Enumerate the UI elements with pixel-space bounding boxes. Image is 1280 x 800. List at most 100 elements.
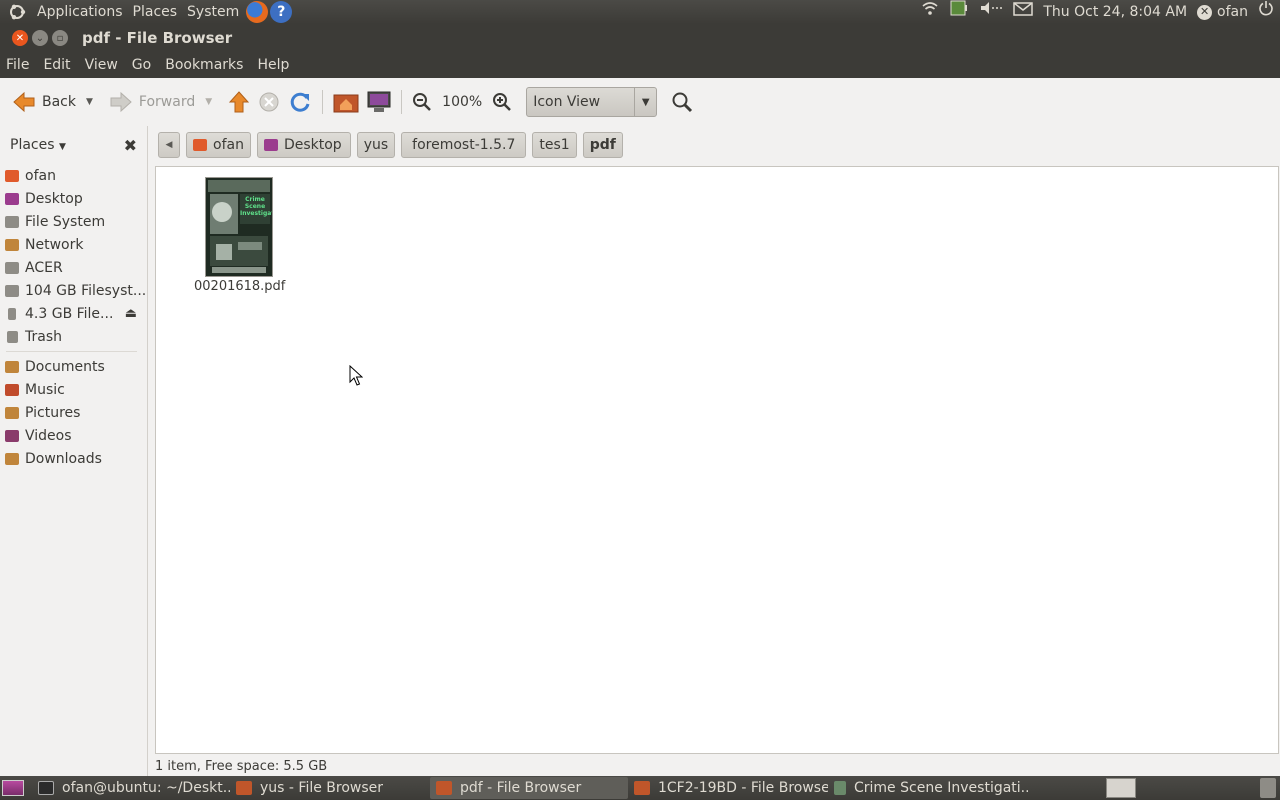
firefox-icon[interactable] — [246, 1, 269, 23]
toolbar-separator — [322, 90, 324, 114]
close-window-button[interactable]: ✕ — [12, 30, 28, 46]
toolbar-separator — [401, 90, 403, 114]
stop-button[interactable] — [254, 86, 284, 118]
window-titlebar[interactable]: ✕ ⌄ ▫ pdf - File Browser — [0, 24, 1280, 52]
file-item[interactable]: Crime Scene Investigation 00201618.pdf — [194, 177, 286, 294]
task-pdf-file-browser[interactable]: pdf - File Browser — [430, 777, 628, 799]
sidebar-item-104gb[interactable]: 104 GB Filesyst... — [0, 279, 147, 302]
help-icon[interactable]: ? — [270, 1, 293, 23]
up-button[interactable] — [224, 86, 254, 118]
menu-edit[interactable]: Edit — [36, 57, 77, 73]
breadcrumb-tes1[interactable]: tes1 — [532, 132, 577, 158]
sidebar-item-videos[interactable]: Videos — [0, 424, 147, 447]
sidebar-item-acer[interactable]: ACER — [0, 256, 147, 279]
reload-button[interactable] — [284, 86, 316, 118]
user-menu[interactable]: ✕ ofan — [1197, 0, 1248, 24]
places-menu[interactable]: Places — [128, 0, 183, 24]
minimize-window-button[interactable]: ⌄ — [32, 30, 48, 46]
view-mode-select[interactable]: Icon View ▼ — [526, 87, 658, 117]
sidebar-separator — [6, 351, 137, 352]
mail-icon[interactable] — [1013, 0, 1034, 24]
close-sidebar-icon[interactable]: ✖ — [124, 136, 137, 155]
sidebar-item-documents[interactable]: Documents — [0, 355, 147, 378]
chevron-down-icon: ▼ — [634, 88, 656, 116]
trash-icon[interactable] — [1260, 778, 1276, 798]
wifi-icon[interactable] — [921, 0, 939, 24]
forward-arrow-icon — [110, 91, 132, 113]
breadcrumb-label: pdf — [589, 137, 616, 153]
breadcrumb-ofan[interactable]: ofan — [186, 132, 251, 158]
drive-icon — [5, 284, 19, 297]
menu-go[interactable]: Go — [125, 57, 158, 73]
thumbnail-title: Crime Scene Investigation — [240, 196, 272, 217]
window-title: pdf - File Browser — [82, 29, 233, 47]
sidebar-item-label: Network — [25, 236, 84, 253]
show-desktop-icon[interactable] — [2, 780, 24, 796]
battery-icon[interactable] — [949, 0, 969, 25]
computer-button[interactable] — [363, 86, 395, 118]
breadcrumb-foremost[interactable]: foremost-1.5.7 — [401, 132, 527, 158]
mouse-cursor-icon — [349, 365, 363, 386]
task-terminal[interactable]: ofan@ubuntu: ~/Deskt... — [32, 777, 230, 799]
task-1cf2-file-browser[interactable]: 1CF2-19BD - File Browser — [628, 777, 828, 799]
sidebar-item-4gb[interactable]: 4.3 GB File... ⏏ — [0, 302, 147, 325]
eject-icon[interactable]: ⏏ — [125, 306, 137, 321]
file-name: 00201618.pdf — [194, 279, 286, 294]
power-icon[interactable] — [1258, 0, 1274, 24]
music-folder-icon — [5, 383, 19, 396]
sidebar-item-trash[interactable]: Trash — [0, 325, 147, 348]
pdf-thumbnail: Crime Scene Investigation — [205, 177, 273, 277]
menubar: File Edit View Go Bookmarks Help — [0, 52, 1280, 78]
back-button[interactable]: Back — [8, 86, 80, 118]
file-view[interactable]: Crime Scene Investigation 00201618.pdf — [155, 166, 1279, 754]
sidebar-item-music[interactable]: Music — [0, 378, 147, 401]
sidebar-item-network[interactable]: Network — [0, 233, 147, 256]
forward-label: Forward — [138, 94, 196, 110]
breadcrumb-yus[interactable]: yus — [356, 132, 396, 158]
applications-menu[interactable]: Applications — [32, 0, 128, 24]
breadcrumb-scroll-left-button[interactable]: ◀ — [158, 132, 180, 158]
clock[interactable]: Thu Oct 24, 8:04 AM — [1043, 0, 1187, 24]
zoom-in-button[interactable] — [488, 86, 516, 118]
drive-icon — [5, 215, 19, 228]
user-status-icon: ✕ — [1197, 4, 1213, 20]
search-button[interactable] — [667, 86, 697, 118]
sidebar-item-desktop[interactable]: Desktop — [0, 187, 147, 210]
ubuntu-logo-icon[interactable] — [6, 1, 28, 23]
up-arrow-icon — [229, 91, 250, 113]
task-yus-file-browser[interactable]: yus - File Browser — [230, 777, 430, 799]
breadcrumb-label: Desktop — [283, 137, 342, 153]
zoom-in-icon — [493, 93, 512, 111]
sidebar-item-file-system[interactable]: File System — [0, 210, 147, 233]
menu-file[interactable]: File — [0, 57, 36, 73]
breadcrumb-pdf[interactable]: pdf — [582, 132, 623, 158]
breadcrumb-desktop[interactable]: Desktop — [256, 132, 351, 158]
sidebar-item-pictures[interactable]: Pictures — [0, 401, 147, 424]
videos-folder-icon — [5, 429, 19, 442]
menu-view[interactable]: View — [78, 57, 125, 73]
forward-button[interactable]: Forward — [105, 86, 199, 118]
file-browser-icon — [634, 781, 650, 795]
computer-icon — [367, 91, 391, 112]
menu-bookmarks[interactable]: Bookmarks — [158, 57, 250, 73]
maximize-window-button[interactable]: ▫ — [52, 30, 68, 46]
stop-icon — [259, 92, 279, 112]
sidebar-item-label: ofan — [25, 167, 56, 184]
zoom-out-icon — [413, 93, 432, 111]
sidebar-item-ofan[interactable]: ofan — [0, 164, 147, 187]
zoom-out-button[interactable] — [408, 86, 436, 118]
sidebar-item-label: Trash — [25, 328, 62, 345]
sidebar-mode-select[interactable]: Places ▼ — [10, 137, 66, 153]
forward-history-dropdown[interactable]: ▼ — [205, 97, 212, 107]
sidebar-item-downloads[interactable]: Downloads — [0, 447, 147, 470]
home-button[interactable] — [329, 86, 363, 118]
task-document-viewer[interactable]: Crime Scene Investigati... — [828, 777, 1028, 799]
zoom-level[interactable]: 100% — [442, 94, 482, 110]
workspace-switcher-icon[interactable] — [1106, 778, 1136, 798]
menu-help[interactable]: Help — [250, 57, 296, 73]
system-menu[interactable]: System — [182, 0, 244, 24]
volume-icon[interactable] — [979, 0, 1003, 24]
task-label: pdf - File Browser — [460, 780, 582, 796]
desktop-icon — [263, 139, 278, 151]
back-history-dropdown[interactable]: ▼ — [86, 97, 93, 107]
